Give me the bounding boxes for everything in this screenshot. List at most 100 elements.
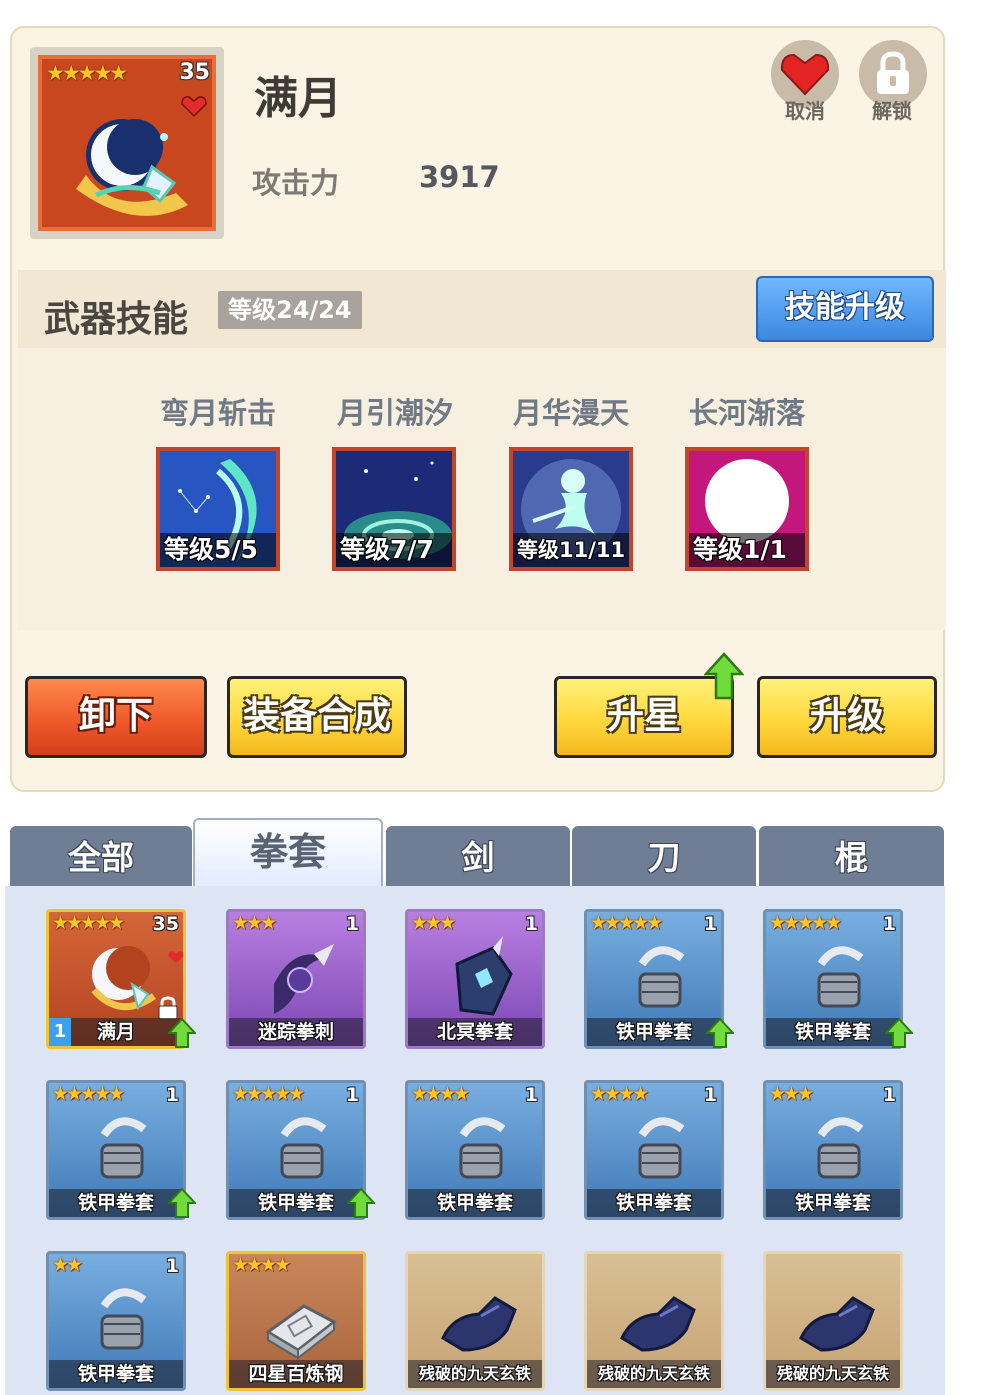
weapon-name: 满月: [254, 73, 342, 124]
illustration: [280, 1117, 327, 1179]
skill-level-tag: 等级24/24: [218, 291, 362, 329]
inventory-item[interactable]: ★★★★ 1 铁甲拳套: [405, 1080, 545, 1220]
item-name: 铁甲拳套: [49, 1189, 183, 1217]
inventory-item[interactable]: ★★★ 1 北冥拳套: [405, 909, 545, 1049]
item-stars: ★★★: [411, 912, 456, 934]
attack-label: 攻击力: [252, 166, 340, 200]
illustration: [817, 946, 864, 1008]
item-stars: ★★★★★: [52, 1083, 125, 1105]
skill-level: 等级5/5: [160, 533, 276, 567]
inventory-item[interactable]: ★★★★ 四星百炼钢: [226, 1251, 366, 1391]
item-count: 1: [165, 1255, 179, 1277]
inventory-item[interactable]: ★★★★ 1 铁甲拳套: [584, 1080, 724, 1220]
lock-icon: [877, 51, 909, 94]
item-count: 1: [703, 913, 717, 935]
tab-blade[interactable]: 刀: [572, 826, 756, 886]
inventory-item[interactable]: ★★★★★ 1 铁甲拳套: [226, 1080, 366, 1220]
illustration: [638, 946, 685, 1008]
equipped-badge: 1: [49, 1018, 71, 1046]
illustration: [799, 1296, 875, 1352]
illustration: [817, 1117, 864, 1179]
tab-all[interactable]: 全部: [10, 826, 192, 886]
illustration: [459, 1117, 506, 1179]
illustration: [441, 1296, 517, 1352]
item-stars: ★★★★: [590, 1083, 649, 1105]
synthesize-button[interactable]: 装备合成: [227, 676, 407, 758]
illustration: [274, 944, 334, 1014]
inventory-item[interactable]: 残破的九天玄铁: [405, 1251, 545, 1391]
illustration: [638, 1117, 685, 1179]
upgrade-arrow-icon: [704, 652, 744, 700]
inventory-item[interactable]: ★★★★★ 1 铁甲拳套: [46, 1080, 186, 1220]
upgrade-arrow-icon: [168, 1018, 196, 1048]
item-count: 1: [882, 913, 896, 935]
item-name: 铁甲拳套: [587, 1018, 721, 1046]
inventory-item[interactable]: 残破的九天玄铁: [763, 1251, 903, 1391]
item-name: 铁甲拳套: [766, 1018, 900, 1046]
skill-name: 月华漫天: [512, 396, 629, 430]
weapon-skills-title: 武器技能: [44, 299, 189, 340]
inventory-item[interactable]: ★★★ 1 铁甲拳套: [763, 1080, 903, 1220]
illustration: [91, 946, 157, 1011]
item-name: 四星百炼钢: [229, 1360, 363, 1388]
heart-icon: [181, 96, 207, 117]
item-stars: ★★★★: [411, 1083, 470, 1105]
item-stars: ★★: [52, 1254, 83, 1276]
item-stars: ★★★★★: [52, 912, 125, 934]
item-stars: ★★★★★: [590, 912, 663, 934]
skill-icon-river-fall[interactable]: 等级1/1: [685, 447, 809, 571]
skill-icon-moonlight-sky[interactable]: 等级11/11: [509, 447, 633, 571]
skill-name: 月引潮汐: [336, 396, 453, 430]
illustration: [620, 1296, 696, 1352]
category-tabs: 全部 拳套 剑 刀 棍: [10, 818, 945, 888]
tab-staff[interactable]: 棍: [759, 826, 944, 886]
item-count: 1: [524, 913, 538, 935]
inventory-item[interactable]: ★★★ 1 迷踪拳刺: [226, 909, 366, 1049]
item-count: 1: [345, 913, 359, 935]
inventory-item[interactable]: ★★ 1 铁甲拳套: [46, 1251, 186, 1391]
skill-icon-crescent-slash[interactable]: 等级5/5: [156, 447, 280, 571]
inventory-item[interactable]: ★★★★★ 1 铁甲拳套: [763, 909, 903, 1049]
item-name: 残破的九天玄铁: [587, 1360, 721, 1388]
item-name: 铁甲拳套: [49, 1360, 183, 1388]
tab-sword[interactable]: 剑: [386, 826, 570, 886]
illustration: [455, 936, 513, 1016]
item-stars: ★★★★: [232, 1254, 291, 1276]
attack-value: 3917: [419, 160, 500, 194]
skill-upgrade-button[interactable]: 技能升级: [756, 276, 934, 342]
level-up-button[interactable]: 升级: [757, 676, 937, 758]
item-name: 迷踪拳刺: [229, 1018, 363, 1046]
item-count: 1: [882, 1084, 896, 1106]
illustration: [100, 1117, 147, 1179]
illustration: [100, 1288, 147, 1350]
item-name: 铁甲拳套: [766, 1189, 900, 1217]
unequip-button[interactable]: 卸下: [25, 676, 207, 758]
item-name: 残破的九天玄铁: [408, 1360, 542, 1388]
upgrade-arrow-icon: [168, 1188, 196, 1218]
upgrade-arrow-icon: [885, 1018, 913, 1048]
item-stars: ★★★★★: [232, 1083, 305, 1105]
item-count: 35: [152, 913, 179, 935]
upgrade-arrow-icon: [347, 1188, 375, 1218]
weapon-portrait: ★★★★★ 35: [30, 47, 224, 239]
tab-gloves[interactable]: 拳套: [193, 818, 383, 888]
inventory-item[interactable]: ★★★★★ 1 铁甲拳套: [584, 909, 724, 1049]
skill-icon-moon-tide[interactable]: 等级7/7: [332, 447, 456, 571]
illustration: [265, 1304, 337, 1361]
item-count: 1: [524, 1084, 538, 1106]
heart-icon: [780, 53, 830, 96]
item-name: 北冥拳套: [408, 1018, 542, 1046]
item-stars: ★★★★★: [769, 912, 842, 934]
item-stars: ★★★: [769, 1083, 814, 1105]
inventory-item[interactable]: ★★★★★ 35 满月 1: [46, 909, 186, 1049]
heart-icon: [168, 951, 183, 964]
skill-name: 弯月斩击: [159, 396, 276, 430]
item-stars: ★★★: [232, 912, 277, 934]
inventory-item[interactable]: 残破的九天玄铁: [584, 1251, 724, 1391]
item-count: 1: [165, 1084, 179, 1106]
item-name: 铁甲拳套: [587, 1189, 721, 1217]
item-count: 1: [345, 1084, 359, 1106]
item-name: 残破的九天玄铁: [766, 1360, 900, 1388]
item-name: 铁甲拳套: [229, 1189, 363, 1217]
item-count: 1: [703, 1084, 717, 1106]
